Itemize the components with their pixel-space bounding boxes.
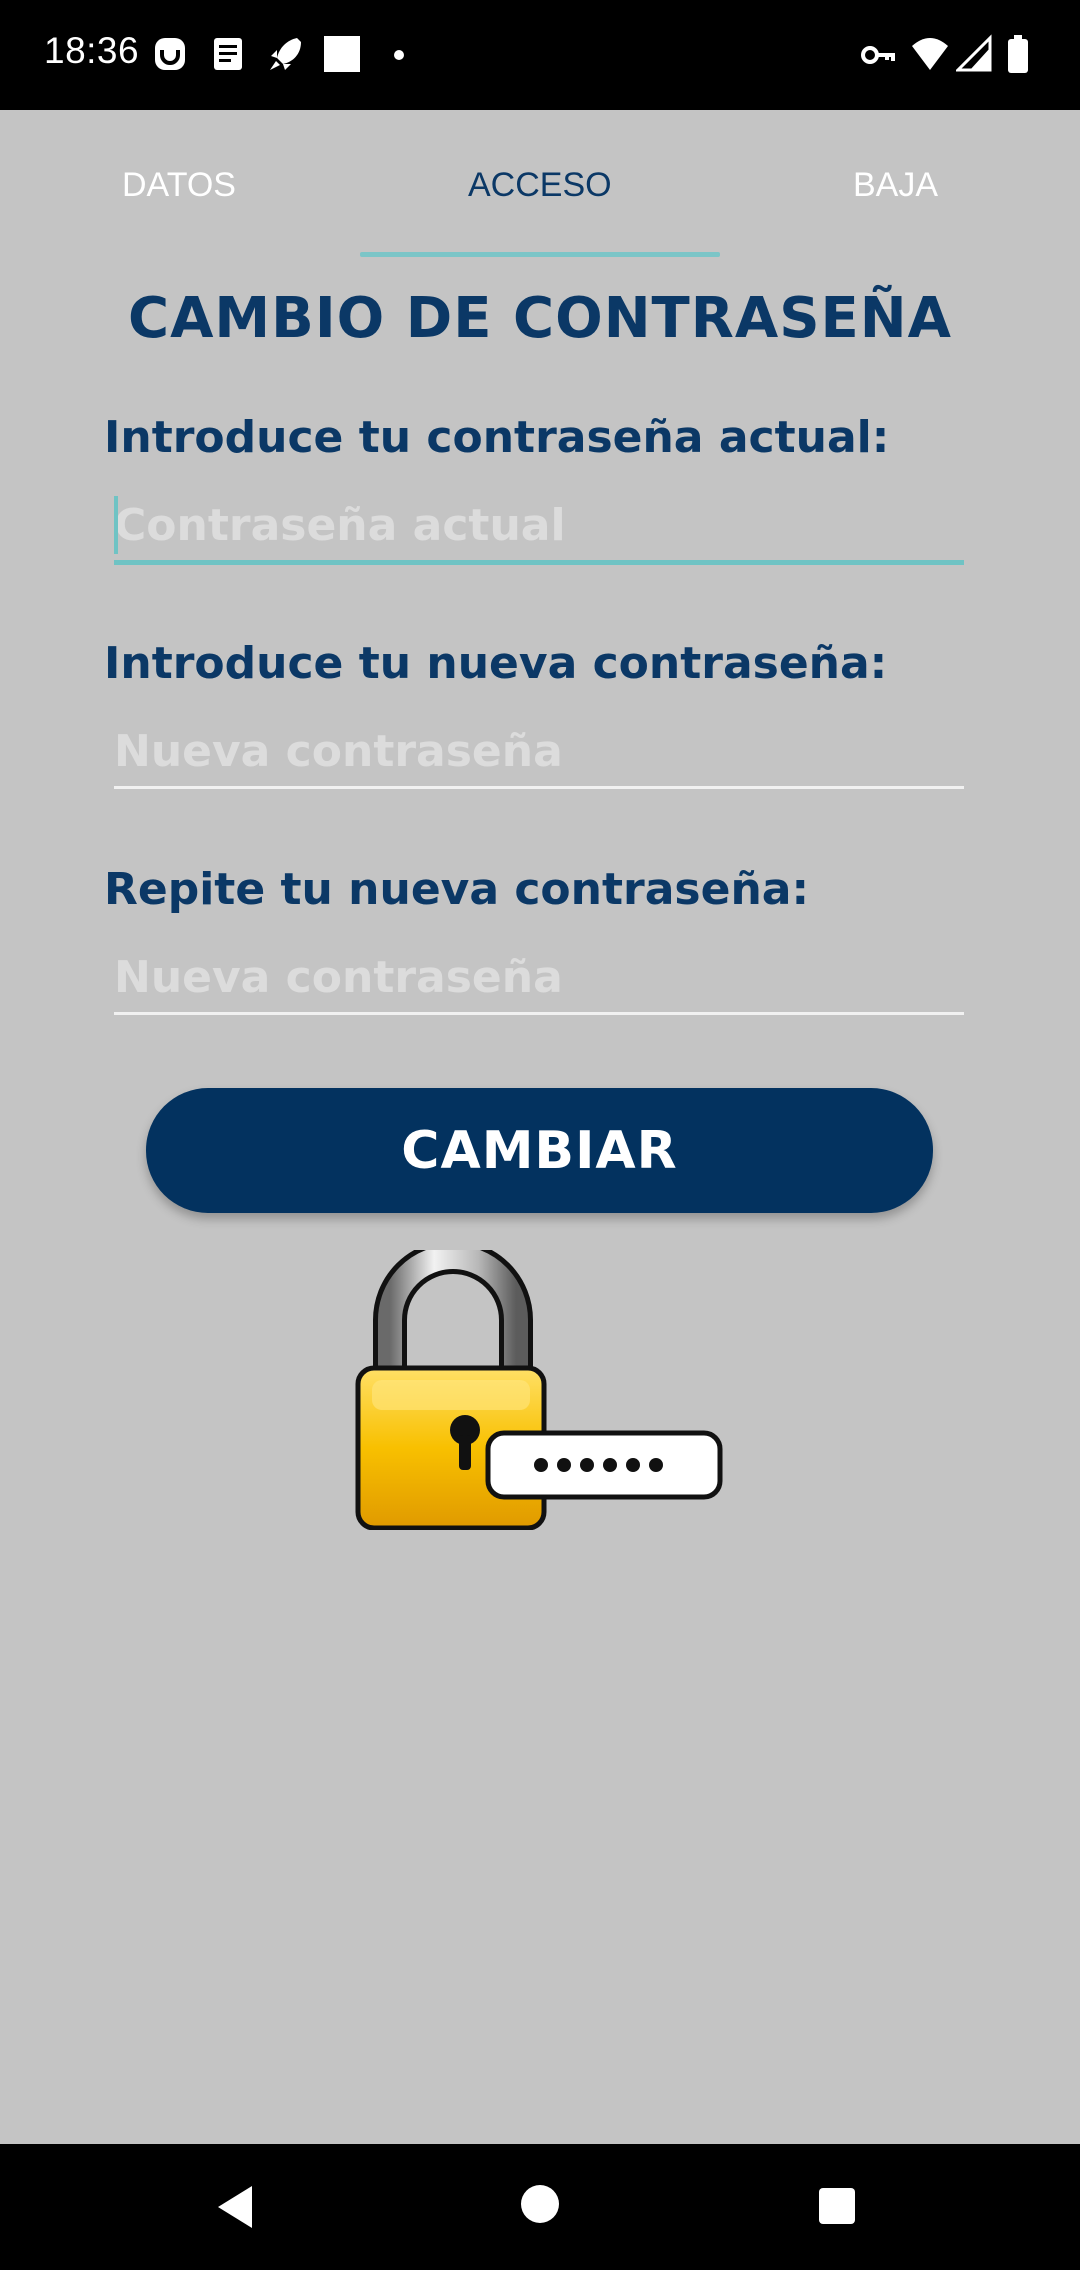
- dot-icon: [394, 50, 404, 60]
- tab-acceso[interactable]: ACCESO: [468, 166, 612, 205]
- back-icon[interactable]: [210, 2182, 260, 2232]
- vpn-key-icon: [861, 46, 895, 64]
- square-icon: [324, 36, 360, 72]
- new-password-label: Introduce tu nueva contraseña:: [104, 638, 888, 689]
- signal-icon: [956, 34, 992, 72]
- recents-icon[interactable]: [815, 2184, 859, 2228]
- active-tab-indicator: [360, 252, 720, 257]
- wifi-icon: [912, 38, 948, 70]
- home-icon[interactable]: [518, 2182, 562, 2226]
- status-bar: 18:36: [0, 0, 1080, 110]
- text-cursor: [114, 496, 118, 554]
- current-password-input[interactable]: [114, 490, 964, 565]
- change-password-button[interactable]: CAMBIAR: [146, 1088, 933, 1213]
- new-password-input[interactable]: [114, 716, 964, 789]
- battery-icon: [1008, 35, 1028, 73]
- status-icons-right: [860, 34, 1040, 78]
- tab-baja[interactable]: BAJA: [853, 166, 938, 205]
- navigation-bar: [0, 2144, 1080, 2270]
- tab-datos[interactable]: DATOS: [122, 166, 236, 205]
- current-password-label: Introduce tu contraseña actual:: [104, 412, 890, 463]
- repeat-password-label: Repite tu nueva contraseña:: [104, 864, 810, 915]
- page-title: CAMBIO DE CONTRASEÑA: [127, 286, 953, 351]
- padlock-password-icon: [355, 1250, 723, 1530]
- app-notification-icon: [155, 38, 185, 70]
- rocket-icon: [270, 38, 301, 70]
- document-icon: [214, 38, 242, 70]
- repeat-password-input[interactable]: [114, 942, 964, 1015]
- status-time: 18:36: [44, 30, 140, 71]
- tab-bar: DATOS ACCESO BAJA: [0, 110, 1080, 260]
